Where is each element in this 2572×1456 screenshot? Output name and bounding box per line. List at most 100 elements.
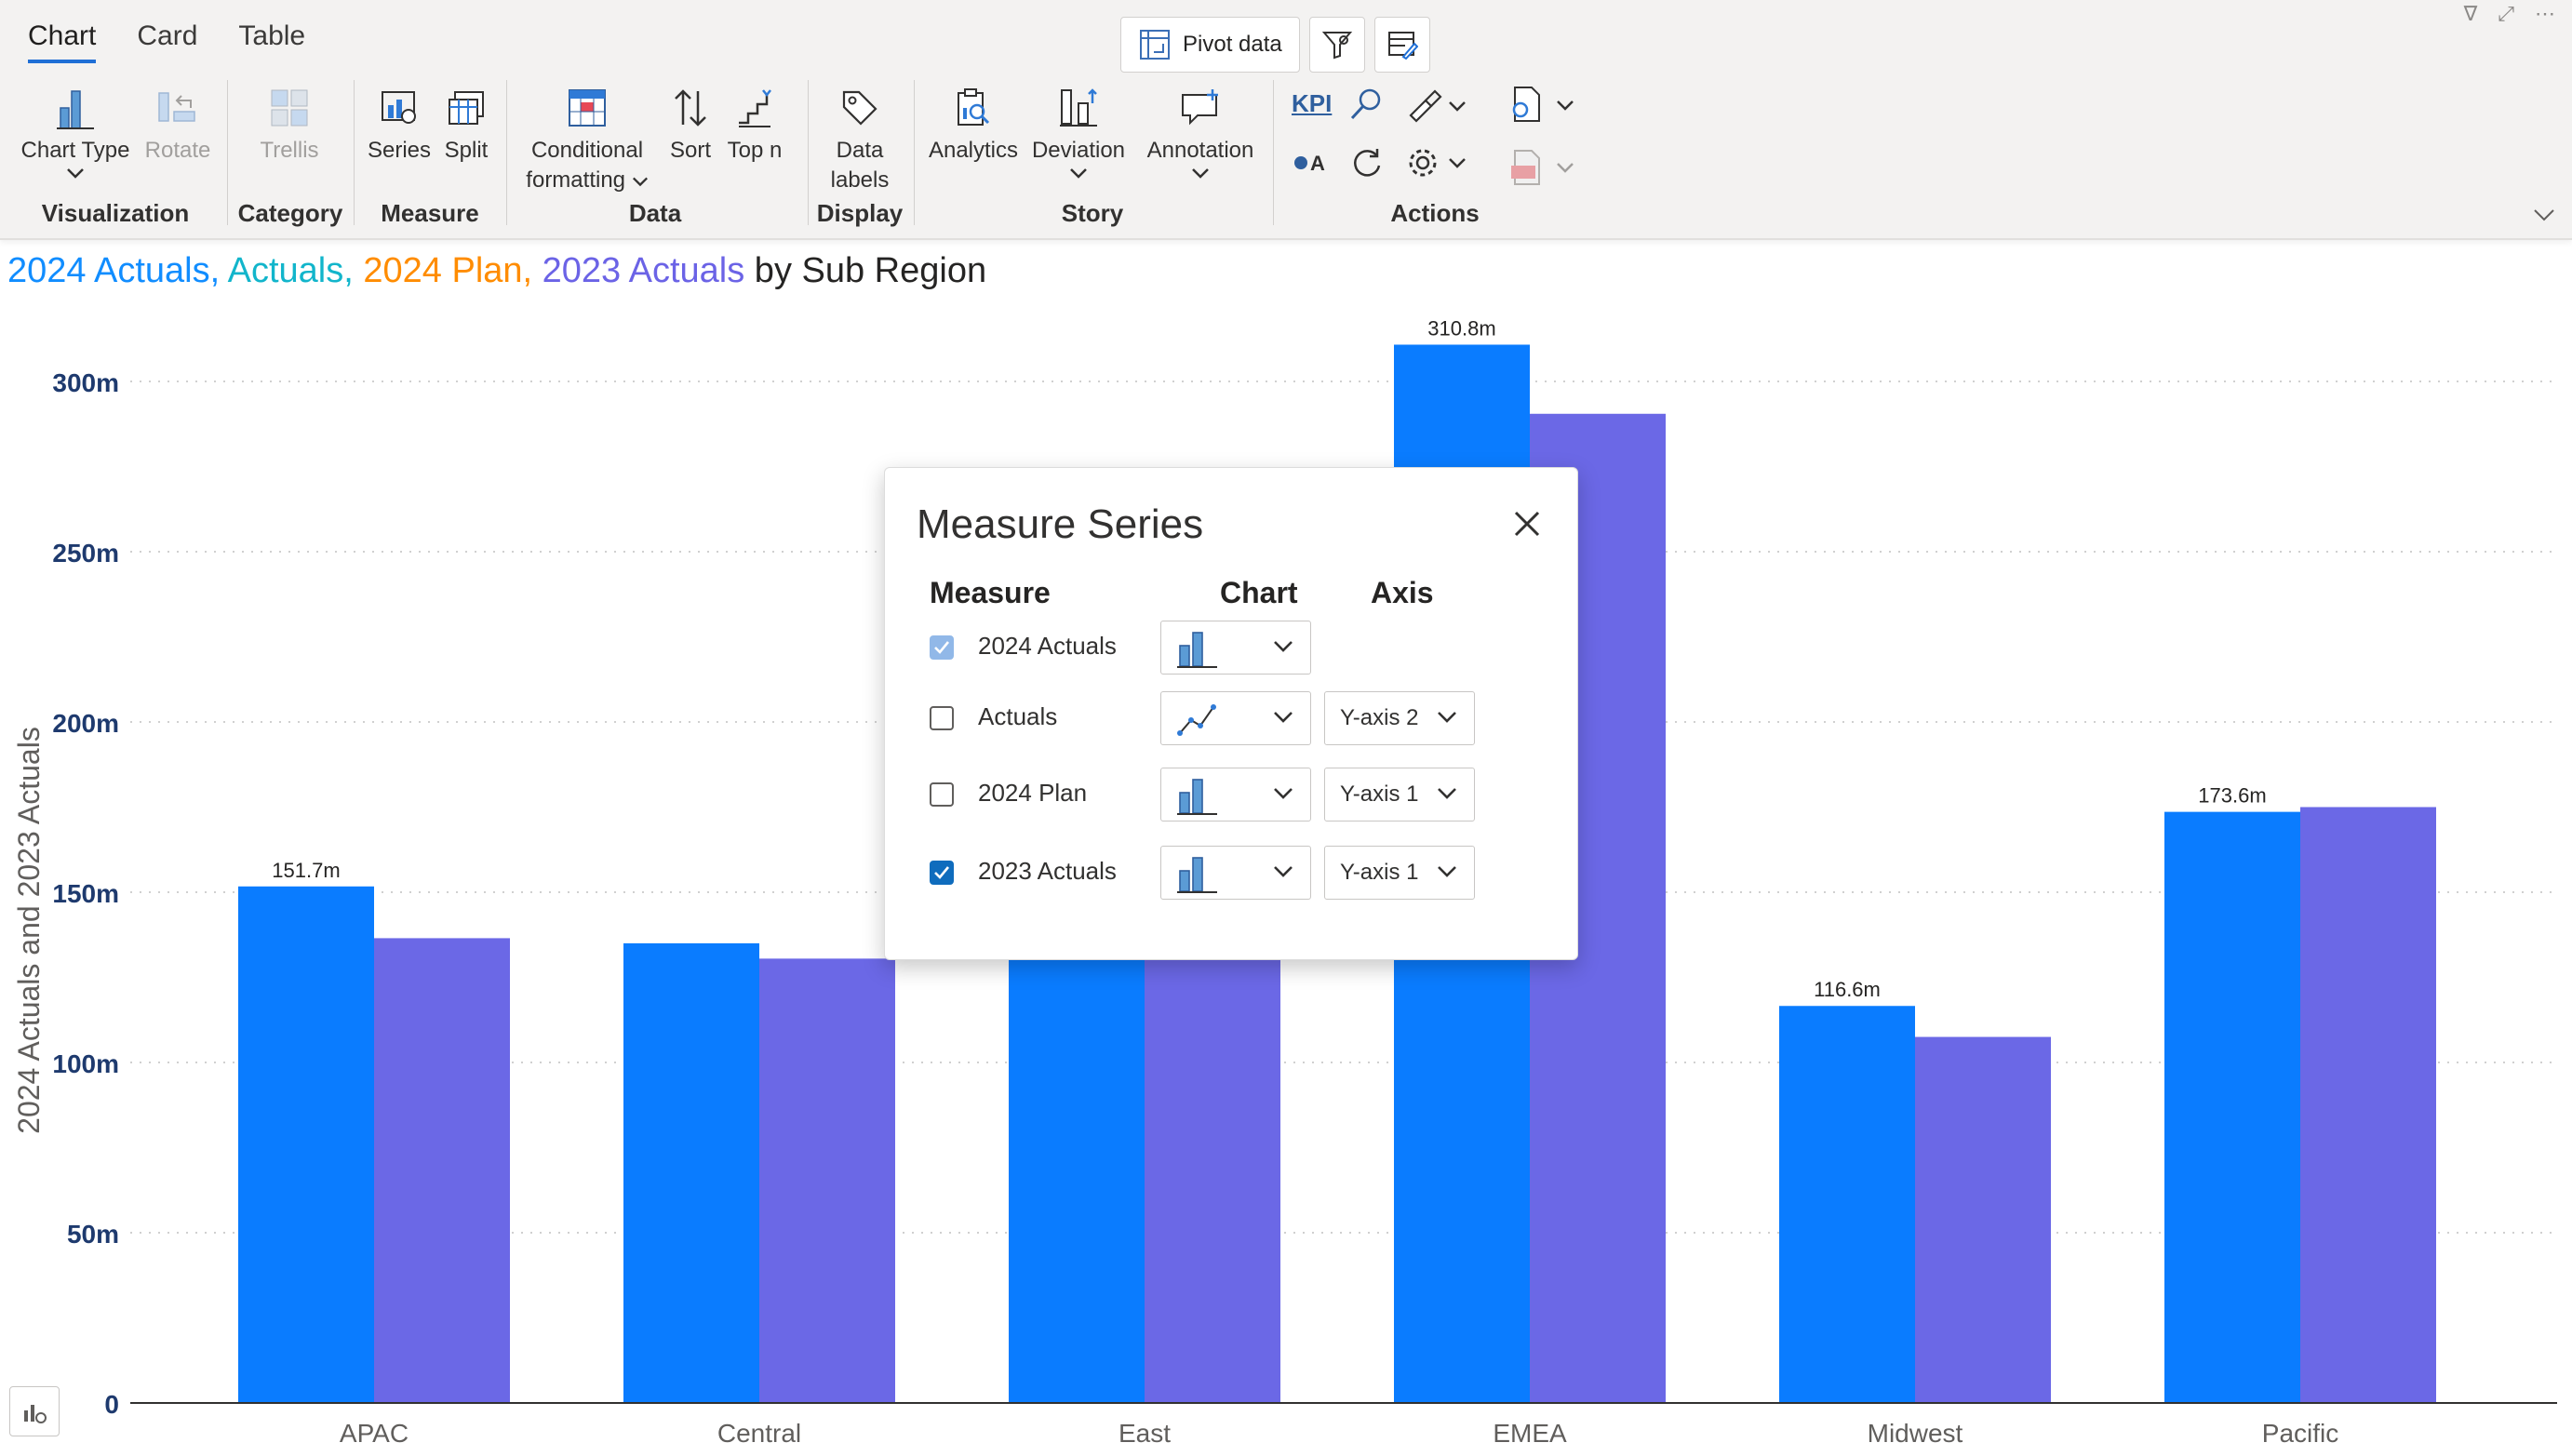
- axis-select[interactable]: Y-axis 1: [1324, 846, 1475, 900]
- kpi-button[interactable]: KPI: [1292, 89, 1332, 118]
- bar: [1779, 1006, 1915, 1403]
- chart-type-select[interactable]: [1160, 846, 1311, 900]
- conditional-formatting-button[interactable]: Conditional formatting: [517, 80, 657, 195]
- top-n-button[interactable]: Top n: [722, 80, 787, 166]
- tab-chart[interactable]: Chart: [28, 20, 97, 63]
- measure-checkbox[interactable]: [930, 782, 954, 807]
- title-part: Actuals,: [227, 251, 364, 290]
- axis-select[interactable]: Y-axis 1: [1324, 768, 1475, 822]
- tab-table[interactable]: Table: [238, 20, 305, 63]
- reset-button[interactable]: [1349, 145, 1385, 180]
- split-label: Split: [444, 138, 489, 163]
- measure-label: 2024 Plan: [978, 779, 1088, 807]
- checkmark-icon: [934, 641, 950, 654]
- more-icon[interactable]: ⋯: [2535, 2, 2555, 26]
- data-labels-button[interactable]: Data labels: [819, 80, 901, 195]
- bar: [1145, 892, 1280, 1403]
- analytics-icon: [958, 88, 990, 126]
- annotation-button[interactable]: Annotation: [1137, 80, 1264, 179]
- data-labels-label-2: labels: [830, 167, 890, 193]
- divider: [227, 80, 228, 225]
- chart-type-select[interactable]: [1160, 621, 1311, 675]
- y-tick-label: 250m: [52, 539, 119, 568]
- filter-settings-button[interactable]: [1308, 17, 1365, 73]
- line-chart-icon: [1177, 704, 1216, 736]
- filter-icon[interactable]: ∇: [2464, 2, 2478, 26]
- trellis-button[interactable]: Trellis: [248, 80, 331, 166]
- conditional-formatting-icon: [569, 89, 606, 127]
- measure-checkbox[interactable]: [930, 706, 954, 730]
- pivot-data-label: Pivot data: [1183, 32, 1282, 57]
- measure-label: 2023 Actuals: [978, 857, 1117, 885]
- group-visualization: Visualization: [41, 199, 190, 227]
- rotate-icon: [158, 92, 195, 122]
- chevron-down-icon: [632, 177, 648, 187]
- top-n-label: Top n: [727, 138, 783, 163]
- col-chart-header: Chart: [1220, 576, 1298, 609]
- chevron-down-icon: [2534, 209, 2554, 221]
- x-tick-label: Midwest: [1868, 1419, 1963, 1448]
- measure-row: Actuals Y-axis 2: [930, 691, 1562, 747]
- sort-label: Sort: [669, 138, 711, 163]
- rotate-label: Rotate: [144, 138, 211, 163]
- measure-checkbox[interactable]: [930, 635, 954, 660]
- x-tick-label: EMEA: [1493, 1419, 1567, 1448]
- pdf-export-button[interactable]: [1509, 149, 1574, 186]
- y-axis-label: 2024 Actuals and 2023 Actuals: [12, 727, 46, 1134]
- data-label: 151.7m: [272, 859, 340, 882]
- data-label: 116.6m: [1814, 978, 1881, 1001]
- svg-text:A: A: [1310, 152, 1325, 175]
- search-button[interactable]: [1347, 86, 1385, 123]
- title-part: 2024 Plan,: [363, 251, 543, 290]
- axis-value: Y-axis 1: [1340, 781, 1419, 807]
- group-data: Data: [628, 199, 682, 227]
- measure-label: 2024 Actuals: [978, 632, 1117, 660]
- col-axis-header: Axis: [1371, 576, 1434, 609]
- group-actions: Actions: [1390, 199, 1480, 227]
- x-tick-label: East: [1119, 1419, 1171, 1448]
- deviation-button[interactable]: Deviation: [1027, 80, 1130, 179]
- measure-row: 2023 Actuals Y-axis 1: [930, 846, 1562, 902]
- pivot-data-button[interactable]: Pivot data: [1120, 17, 1300, 73]
- ribbon-toolbar: Chart Card Table Pivot data ∇ ⤢ ⋯ Chart …: [0, 0, 2572, 240]
- chart-type-select[interactable]: [1160, 691, 1311, 745]
- analytics-button[interactable]: Analytics: [927, 80, 1020, 166]
- chart-options-button[interactable]: [9, 1386, 60, 1436]
- split-button[interactable]: Split: [434, 80, 499, 166]
- measure-row: 2024 Actuals: [930, 621, 1562, 676]
- expand-icon[interactable]: ⤢: [2498, 2, 2514, 26]
- measure-checkbox[interactable]: [930, 861, 954, 885]
- chevron-down-icon: [1438, 866, 1456, 877]
- pivot-icon: [1140, 30, 1170, 60]
- table-edit-button[interactable]: [1373, 17, 1430, 73]
- annotation-icon: [1182, 89, 1218, 126]
- data-label: 173.6m: [2198, 784, 2266, 808]
- y-tick-label: 0: [104, 1390, 119, 1419]
- dialog-title: Measure Series: [917, 501, 1204, 547]
- chart-type-button[interactable]: Chart Type: [20, 80, 130, 179]
- collapse-ribbon-button[interactable]: [2533, 208, 2555, 221]
- data-point-label-button[interactable]: A: [1292, 149, 1333, 177]
- gear-icon: [1409, 149, 1437, 177]
- x-tick-label: APAC: [340, 1419, 409, 1448]
- close-icon[interactable]: [1508, 505, 1546, 542]
- chevron-down-icon: [1438, 712, 1456, 723]
- chart-type-select[interactable]: [1160, 768, 1311, 822]
- x-tick-label: Pacific: [2262, 1419, 2338, 1448]
- chart-settings-icon: [24, 1405, 47, 1423]
- deviation-icon: [1060, 88, 1097, 127]
- settings-export-button[interactable]: [1507, 86, 1574, 125]
- divider: [914, 80, 915, 225]
- tab-card[interactable]: Card: [137, 20, 197, 63]
- sort-button[interactable]: Sort: [663, 80, 718, 166]
- format-painter-button[interactable]: [1405, 87, 1467, 125]
- column-chart-icon: [1177, 632, 1217, 668]
- rotate-button[interactable]: Rotate: [140, 80, 216, 166]
- settings-button[interactable]: [1405, 145, 1467, 180]
- analytics-label: Analytics: [928, 138, 1019, 163]
- chevron-down-icon: [1274, 788, 1293, 799]
- bar: [238, 886, 374, 1403]
- axis-select[interactable]: Y-axis 2: [1324, 691, 1475, 745]
- series-button[interactable]: Series: [367, 80, 432, 166]
- filter-settings-icon: [1321, 32, 1352, 60]
